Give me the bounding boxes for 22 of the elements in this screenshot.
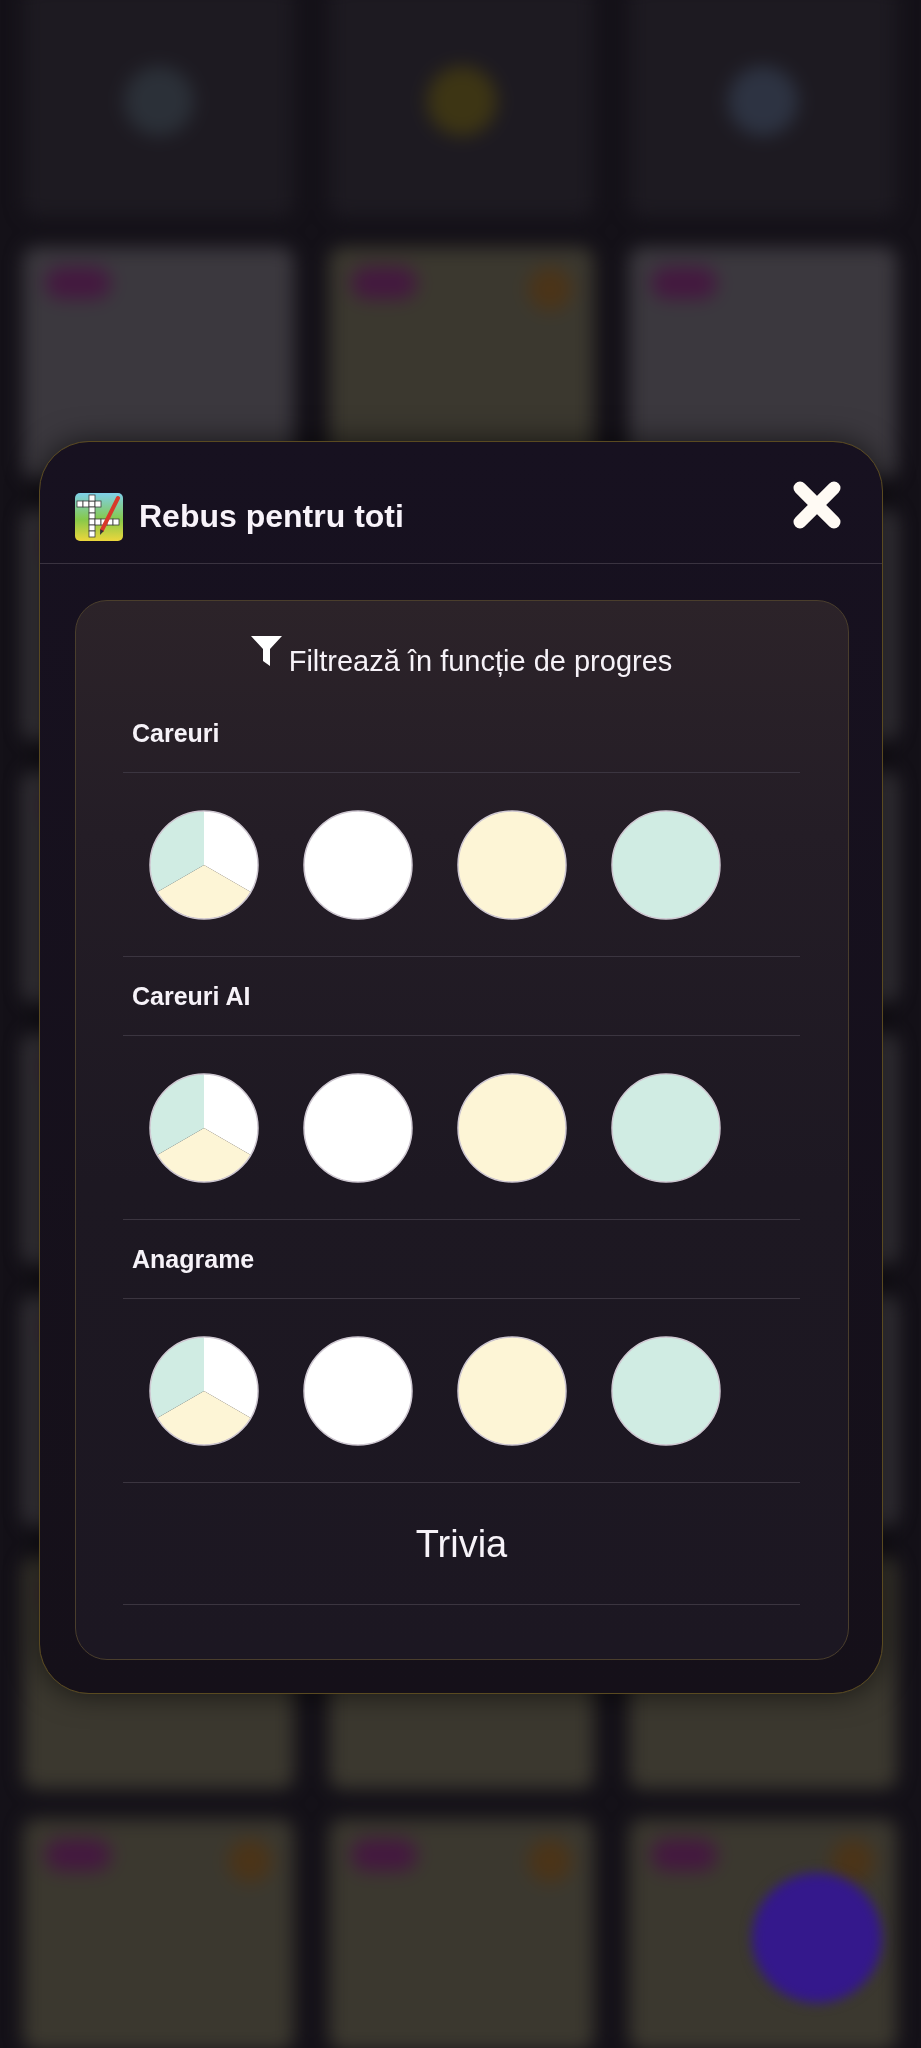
close-button[interactable] bbox=[792, 479, 842, 530]
crossword-icon bbox=[75, 492, 123, 541]
filter-circle-icon[interactable] bbox=[457, 1336, 567, 1446]
section-label: Anagrame bbox=[132, 1244, 255, 1274]
filter-icon bbox=[250, 636, 282, 666]
pie-filter-icon[interactable] bbox=[149, 1336, 259, 1446]
dialog-title: Rebus pentru toti bbox=[139, 497, 404, 536]
filter-circle-icon[interactable] bbox=[303, 810, 413, 920]
filter-circle-icon[interactable] bbox=[611, 1073, 721, 1183]
filter-circle-icon[interactable] bbox=[303, 1336, 413, 1446]
pie-filter-icon[interactable] bbox=[149, 1073, 259, 1183]
filter-circle-icon[interactable] bbox=[457, 810, 567, 920]
filter-circle-icon[interactable] bbox=[611, 810, 721, 920]
filter-circle-icon[interactable] bbox=[611, 1336, 721, 1446]
close-icon bbox=[792, 479, 842, 530]
section-label: Careuri bbox=[132, 718, 220, 748]
section-title[interactable]: Trivia bbox=[415, 1521, 508, 1566]
pie-filter-icon[interactable] bbox=[149, 810, 259, 920]
filter-heading: Filtrează în funcție de progres bbox=[288, 644, 673, 679]
filter-circle-icon[interactable] bbox=[457, 1073, 567, 1183]
filter-circle-icon[interactable] bbox=[303, 1073, 413, 1183]
section-label: Careuri AI bbox=[132, 981, 251, 1011]
